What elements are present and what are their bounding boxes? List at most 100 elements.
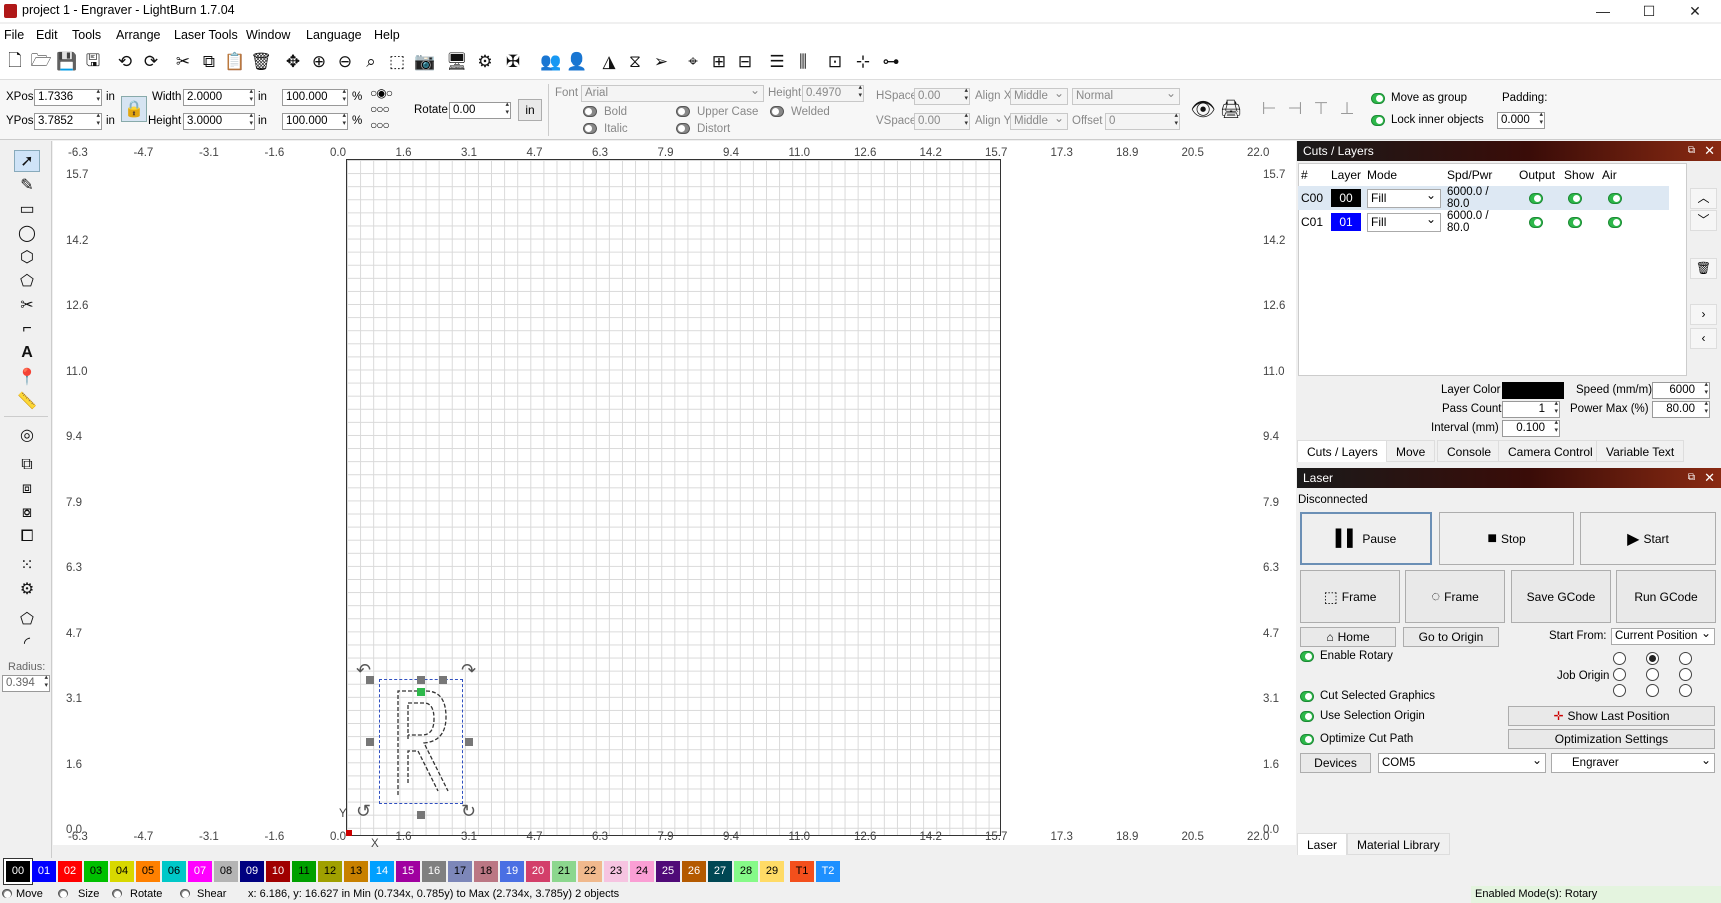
devices-button[interactable]: Devices	[1300, 753, 1371, 773]
target-icon[interactable]: ⌖	[682, 51, 704, 73]
hspace-input[interactable]: 0.00	[914, 87, 970, 105]
distribute-icon[interactable]: ☰	[766, 51, 788, 73]
rotate-handle-icon[interactable]: ↺	[356, 801, 371, 822]
layer-swatch[interactable]: 10	[266, 861, 290, 882]
delete-icon[interactable]: 🗑	[250, 51, 272, 73]
height-input[interactable]: 3.0000	[183, 112, 255, 130]
scale-width-input[interactable]: 100.000	[282, 88, 348, 106]
paste-icon[interactable]: 📋	[224, 51, 246, 73]
table-row[interactable]: C01 01 Fill 6000.0 / 80.0	[1298, 210, 1669, 234]
bold-toggle[interactable]	[583, 106, 597, 117]
air-toggle[interactable]	[1608, 193, 1623, 204]
resize-handle[interactable]	[465, 738, 473, 746]
offset-shapes-icon[interactable]: ◎	[14, 424, 40, 446]
zoom-in-icon[interactable]: ⊕	[308, 51, 330, 73]
stop-button[interactable]: ■ Stop	[1439, 512, 1574, 565]
layer-swatch[interactable]: T1	[790, 861, 814, 882]
ypos-input[interactable]: 3.7852	[34, 112, 102, 130]
lock-aspect-icon[interactable]: 🔒	[121, 96, 147, 122]
group-icon[interactable]: 👥	[540, 51, 562, 73]
start-button[interactable]: ▶ Start	[1580, 512, 1716, 565]
save-icon[interactable]: 💾	[56, 51, 78, 73]
layer-swatch[interactable]: 13	[344, 861, 368, 882]
save-as-icon[interactable]: 🖫	[82, 51, 104, 73]
workspace-canvas[interactable]: Y X ↶ ↷ ↺ ↻ R -6.3-4.7-3.1-1.60.01.63.14…	[53, 141, 1296, 850]
undo-icon[interactable]: ⟲	[114, 51, 136, 73]
select-icon[interactable]: ➚	[14, 150, 40, 172]
layer-swatch[interactable]: 27	[708, 861, 732, 882]
menu-edit[interactable]: Edit	[36, 28, 58, 42]
circular-array-icon[interactable]: ⚙	[14, 578, 40, 600]
speed-input[interactable]: 6000	[1652, 381, 1710, 399]
radius-input[interactable]: 0.394	[2, 674, 50, 692]
pause-button[interactable]: ▌▌ Pause	[1300, 512, 1432, 565]
corner-radius-icon[interactable]: ◜	[14, 632, 40, 654]
job-origin-radio[interactable]	[1646, 684, 1659, 697]
trim-icon[interactable]: ✂	[14, 294, 40, 316]
layer-swatch[interactable]: 17	[448, 861, 472, 882]
copy-icon[interactable]: ⧉	[198, 51, 220, 73]
align-icon[interactable]: ⊞	[708, 51, 730, 73]
run-gcode-button[interactable]: Run GCode	[1616, 570, 1716, 623]
job-origin-radio[interactable]	[1613, 652, 1626, 665]
width-input[interactable]: 2.0000	[183, 88, 255, 106]
position-laser-icon[interactable]: 📍	[14, 366, 40, 388]
close-panel-icon[interactable]: ✕	[1704, 141, 1715, 161]
move-as-group-toggle[interactable]	[1371, 93, 1385, 104]
layer-swatch[interactable]: 22	[578, 861, 602, 882]
send-icon[interactable]: ➢	[650, 51, 672, 73]
menu-window[interactable]: Window	[246, 28, 290, 42]
layer-color-swatch[interactable]	[1502, 382, 1564, 399]
boolean-difference-icon[interactable]: ⧈	[14, 478, 40, 500]
undock-icon[interactable]: ⧉	[1688, 141, 1695, 161]
shear-toggle[interactable]	[180, 889, 190, 898]
align-center-icon[interactable]: ⊡	[824, 51, 846, 73]
use-selection-origin-toggle[interactable]	[1300, 711, 1314, 722]
rotate-input[interactable]: 0.00	[449, 101, 511, 119]
move-icon[interactable]: ✥	[282, 51, 304, 73]
show-toggle[interactable]	[1568, 217, 1583, 228]
upper-case-toggle[interactable]	[676, 106, 690, 117]
layer-swatch[interactable]: T2	[816, 861, 840, 882]
padding-input[interactable]: 0.000	[1497, 111, 1545, 129]
layer-swatch[interactable]: 00	[4, 859, 32, 884]
layer-swatch[interactable]: 09	[240, 861, 264, 882]
mode-select[interactable]: Fill	[1367, 211, 1442, 232]
job-origin-radio[interactable]	[1679, 684, 1692, 697]
layer-swatch[interactable]: 07	[188, 861, 212, 882]
layer-swatch[interactable]: 04	[110, 861, 134, 882]
font-select[interactable]: Arial	[581, 83, 764, 102]
optimization-settings-button[interactable]: Optimization Settings	[1508, 729, 1715, 749]
rotate-toggle[interactable]	[112, 889, 122, 898]
mirror-icon[interactable]: ◮	[598, 51, 620, 73]
go-to-origin-button[interactable]: Go to Origin	[1403, 627, 1499, 647]
tab-move[interactable]: Move	[1386, 440, 1436, 462]
output-toggle[interactable]	[1529, 217, 1544, 228]
table-row[interactable]: C00 00 Fill 6000.0 / 80.0	[1298, 186, 1670, 210]
align-top-icon[interactable]: ⊤	[1310, 98, 1332, 120]
pen-icon[interactable]: ✎	[14, 174, 40, 196]
fillet-icon[interactable]: ⬠	[14, 608, 40, 630]
measure-icon[interactable]: 📏	[14, 390, 40, 412]
delete-layer-icon[interactable]: 🗑	[1690, 258, 1717, 279]
move-layer-down-icon[interactable]: ﹀	[1690, 210, 1717, 231]
layer-swatch[interactable]: 26	[682, 861, 706, 882]
layer-swatch[interactable]: 28	[734, 861, 758, 882]
menu-language[interactable]: Language	[306, 28, 362, 42]
scale-height-input[interactable]: 100.000	[282, 112, 348, 130]
job-origin-radio[interactable]	[1613, 684, 1626, 697]
zoom-selection-icon[interactable]: ⬚	[386, 51, 408, 73]
zoom-out-icon[interactable]: ⊖	[334, 51, 356, 73]
anchor-point-icon[interactable]: ○◉○ ○○○ ○○○	[370, 85, 412, 133]
resize-handle[interactable]	[417, 811, 425, 819]
offset-input[interactable]: 0	[1105, 112, 1180, 130]
size-toggle[interactable]	[58, 889, 68, 898]
distort-toggle[interactable]	[676, 123, 690, 134]
layer-swatch[interactable]: 12	[318, 861, 342, 882]
maximize-button[interactable]: ☐	[1626, 0, 1672, 22]
layer-swatch[interactable]: 20	[526, 861, 550, 882]
menu-arrange[interactable]: Arrange	[116, 28, 160, 42]
eye-icon[interactable]: 👁	[1190, 98, 1215, 121]
layer-swatch[interactable]: 29	[760, 861, 784, 882]
lock-inner-toggle[interactable]	[1371, 115, 1385, 126]
